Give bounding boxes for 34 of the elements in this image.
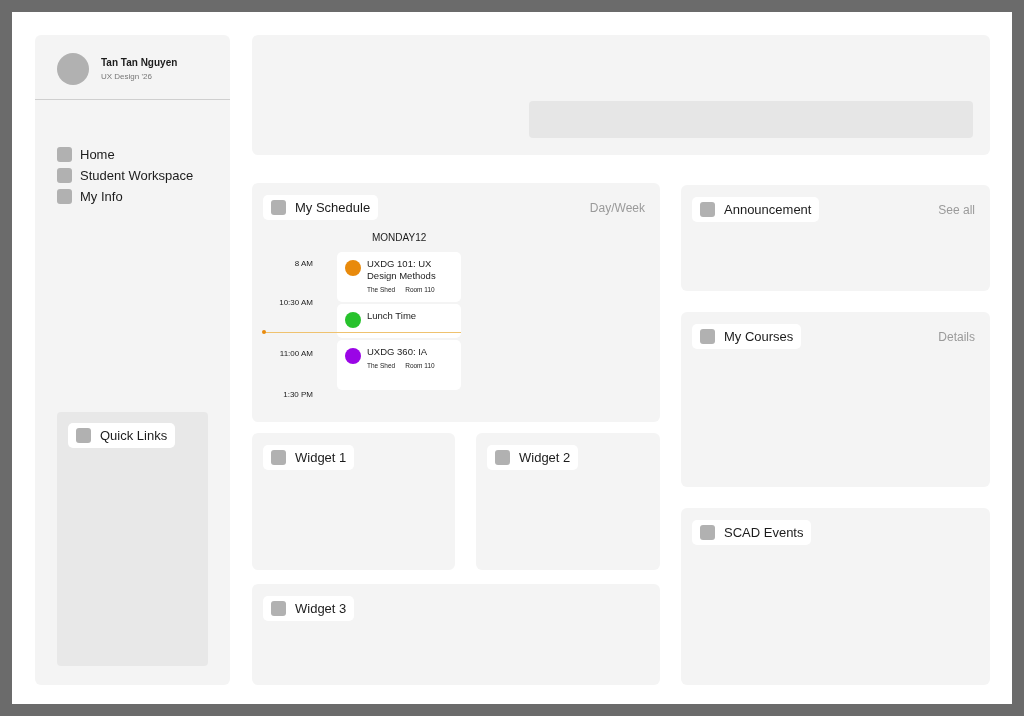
panel-title: Announcement xyxy=(724,202,812,217)
day-label: MONDAY12 xyxy=(372,232,428,243)
time-label: 8 AM xyxy=(294,259,313,268)
nav-icon xyxy=(57,168,72,183)
panel-icon xyxy=(700,525,715,540)
event-card[interactable]: Lunch Time xyxy=(337,304,461,338)
time-label: 10:30 AM xyxy=(279,298,313,307)
nav-item[interactable]: Student Workspace xyxy=(80,168,194,183)
event-title: Lunch Time xyxy=(367,310,417,322)
panel-icon xyxy=(700,329,715,344)
user-program: UX Design '26 xyxy=(101,72,153,81)
event-title: UXDG 101: UX Design Methods xyxy=(367,258,437,282)
event-title: UXDG 360: IA xyxy=(367,346,429,358)
panel-icon xyxy=(271,601,286,616)
nav-item[interactable]: My Info xyxy=(80,189,123,204)
time-label: 11:00 AM xyxy=(279,349,313,358)
panel-title: Widget 2 xyxy=(519,450,571,465)
nav-icon xyxy=(57,147,72,162)
panel-title: My Courses xyxy=(724,329,794,344)
panel-title: Widget 1 xyxy=(295,450,347,465)
panel-title: My Schedule xyxy=(295,200,371,215)
nav-item[interactable]: Home xyxy=(80,147,115,162)
panel-icon xyxy=(495,450,510,465)
panel-icon xyxy=(271,200,286,215)
panel-icon xyxy=(76,428,91,443)
panel-icon xyxy=(700,202,715,217)
panel-title: Widget 3 xyxy=(295,601,347,616)
panel-icon xyxy=(271,450,286,465)
user-name: Tan Tan Nguyen xyxy=(101,57,178,68)
nav-icon xyxy=(57,189,72,204)
panel-title: Quick Links xyxy=(100,428,168,443)
panel-title: SCAD Events xyxy=(724,525,804,540)
time-label: 1:30 PM xyxy=(283,390,313,399)
avatar xyxy=(57,53,89,85)
